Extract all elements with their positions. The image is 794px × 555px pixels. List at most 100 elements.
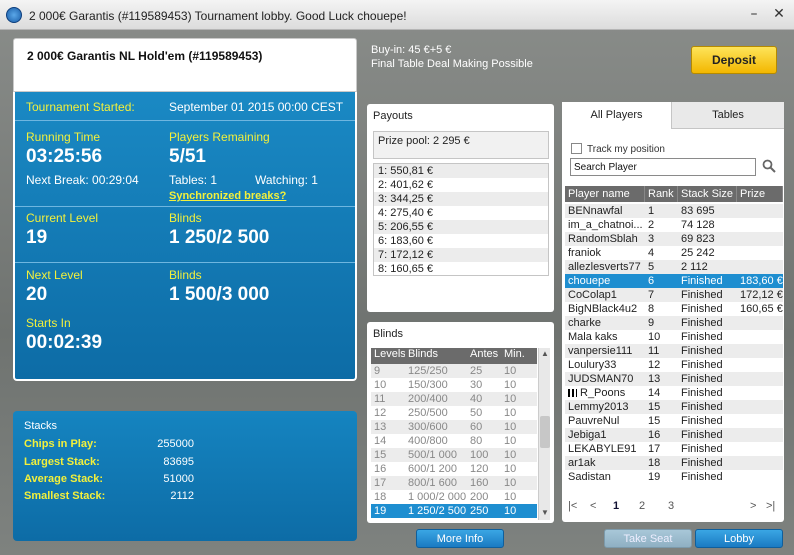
table-row[interactable]: 12 250/500 50 10 <box>371 406 537 420</box>
table-cell: 10 <box>504 365 517 377</box>
table-cell: 120 <box>470 463 489 475</box>
track-position[interactable]: Track my position <box>571 143 665 155</box>
table-row[interactable]: im_a_chatnoi... 2 74 128 <box>565 218 783 232</box>
tab-tables[interactable]: Tables <box>672 102 784 129</box>
table-row[interactable]: 9 125/250 25 10 <box>371 364 537 378</box>
page-1[interactable]: 1 <box>613 500 619 512</box>
table-row[interactable]: JUDSMAN70 13 Finished <box>565 372 783 386</box>
search-input[interactable] <box>570 158 756 176</box>
table-cell: 10 <box>504 435 517 447</box>
table-row[interactable]: Sadistan 19 Finished <box>565 470 783 484</box>
table-row[interactable]: Loulury33 12 Finished <box>565 358 783 372</box>
table-row[interactable]: vanpersie111 11 Finished <box>565 344 783 358</box>
table-row[interactable]: LEKABYLE91 17 Finished <box>565 442 783 456</box>
table-cell: Finished <box>681 443 723 455</box>
table-row[interactable]: PauvreNul 15 Finished <box>565 414 783 428</box>
table-cell: 8 <box>648 303 655 315</box>
blinds-scrollbar[interactable]: ▲ ▼ <box>538 348 550 520</box>
next-level-label: Next Level <box>26 268 83 282</box>
header-blinds[interactable]: Blinds <box>405 348 467 364</box>
table-row[interactable]: 16 600/1 200 120 10 <box>371 462 537 476</box>
table-row[interactable]: charke 9 Finished <box>565 316 783 330</box>
header-antes[interactable]: Antes <box>467 348 501 364</box>
page-3[interactable]: 3 <box>668 500 674 512</box>
prize-pool: Prize pool: 2 295 € <box>373 131 549 159</box>
table-row[interactable]: CoColap1 7 Finished 172,12 € <box>565 288 783 302</box>
header-levels[interactable]: Levels <box>371 348 405 364</box>
table-cell: Finished <box>681 289 723 301</box>
table-row[interactable]: BENnawfal 1 83 695 <box>565 204 783 218</box>
track-checkbox[interactable] <box>571 143 582 154</box>
table-row[interactable]: 18 1 000/2 000 200 10 <box>371 490 537 504</box>
table-row[interactable]: Jebiga1 16 Finished <box>565 428 783 442</box>
table-cell: 4 <box>648 247 655 259</box>
table-row[interactable]: R_Poons 14 Finished <box>565 386 783 400</box>
table-cell: BigNBlack4u2 <box>568 303 638 315</box>
table-cell: Finished <box>681 317 723 329</box>
stack-label: Smallest Stack: <box>24 490 106 502</box>
buyin-text: Buy-in: 45 €+5 € <box>371 44 452 56</box>
table-cell: 15 <box>648 401 661 413</box>
scroll-thumb[interactable] <box>540 416 550 448</box>
header-player-name[interactable]: Player name <box>565 186 645 202</box>
table-row[interactable]: RandomSblah 3 69 823 <box>565 232 783 246</box>
next-page-icon[interactable]: > <box>750 500 756 512</box>
scroll-up-icon[interactable]: ▲ <box>540 349 550 359</box>
synchronized-breaks-link[interactable]: Synchronized breaks? <box>169 190 286 202</box>
table-row[interactable]: 15 500/1 000 100 10 <box>371 448 537 462</box>
table-row[interactable]: ar1ak 18 Finished <box>565 456 783 470</box>
current-blinds: 1 250/2 500 <box>169 227 270 248</box>
prev-page-icon[interactable]: < <box>590 500 596 512</box>
table-cell: 9 <box>374 365 381 377</box>
header-stack-size[interactable]: Stack Size <box>678 186 737 202</box>
minimize-button[interactable]: – <box>744 5 764 23</box>
first-page-icon[interactable]: |< <box>568 500 577 512</box>
tables-count: Tables: 1 <box>169 173 218 187</box>
table-row[interactable]: 14 400/800 80 10 <box>371 434 537 448</box>
table-cell: 10 <box>504 393 517 405</box>
next-break: Next Break: 00:29:04 <box>26 173 139 187</box>
table-row[interactable]: allezlesverts77 5 2 112 <box>565 260 783 274</box>
header-rank[interactable]: Rank <box>645 186 678 202</box>
table-row[interactable]: 17 800/1 600 160 10 <box>371 476 537 490</box>
blinds-panel: Blinds Levels Blinds Antes Min. 9 125/250… <box>367 322 554 523</box>
table-cell: Finished <box>681 415 723 427</box>
deposit-button[interactable]: Deposit <box>691 46 777 74</box>
table-cell <box>737 260 783 274</box>
divider <box>15 120 355 121</box>
table-row[interactable]: franiok 4 25 242 <box>565 246 783 260</box>
table-cell: 13 <box>374 421 387 433</box>
table-row[interactable]: 11 200/400 40 10 <box>371 392 537 406</box>
players-panel: All Players Tables Track my position Pla… <box>562 102 784 522</box>
payout-item: 1: 550,81 € <box>374 164 548 178</box>
blinds-title: Blinds <box>373 328 403 340</box>
table-cell <box>737 218 783 232</box>
header-prize[interactable]: Prize <box>737 186 783 202</box>
close-button[interactable]: ✕ <box>769 5 789 23</box>
page-2[interactable]: 2 <box>639 500 645 512</box>
payouts-panel: Payouts Prize pool: 2 295 € 1: 550,81 €2… <box>367 104 554 312</box>
search-icon[interactable] <box>762 159 776 173</box>
table-row[interactable]: chouepe 6 Finished 183,60 € <box>565 274 783 288</box>
table-row[interactable]: 19 1 250/2 500 250 10 <box>371 504 537 518</box>
more-info-button[interactable]: More Info <box>416 529 504 548</box>
last-page-icon[interactable]: >| <box>766 500 775 512</box>
table-row[interactable]: BigNBlack4u2 8 Finished 160,65 € <box>565 302 783 316</box>
stack-label: Average Stack: <box>24 473 104 485</box>
table-cell: 10 <box>504 491 517 503</box>
stack-row: Chips in Play: 255000 <box>24 438 194 450</box>
table-row[interactable]: Lemmy2013 15 Finished <box>565 400 783 414</box>
tab-all-players[interactable]: All Players <box>562 102 672 129</box>
table-cell: 16 <box>374 463 387 475</box>
title-bar: 2 000€ Garantis (#119589453) Tournament … <box>0 0 794 30</box>
header-min[interactable]: Min. <box>501 348 531 364</box>
tournament-header: 2 000€ Garantis NL Hold'em (#119589453) <box>13 38 357 92</box>
scroll-down-icon[interactable]: ▼ <box>540 508 550 518</box>
table-row[interactable]: Mala kaks 10 Finished <box>565 330 783 344</box>
table-row[interactable]: 13 300/600 60 10 <box>371 420 537 434</box>
take-seat-button[interactable]: Take Seat <box>604 529 692 548</box>
table-cell: 15 <box>648 415 661 427</box>
table-cell: 3 <box>648 233 655 245</box>
table-row[interactable]: 10 150/300 30 10 <box>371 378 537 392</box>
lobby-button[interactable]: Lobby <box>695 529 783 548</box>
